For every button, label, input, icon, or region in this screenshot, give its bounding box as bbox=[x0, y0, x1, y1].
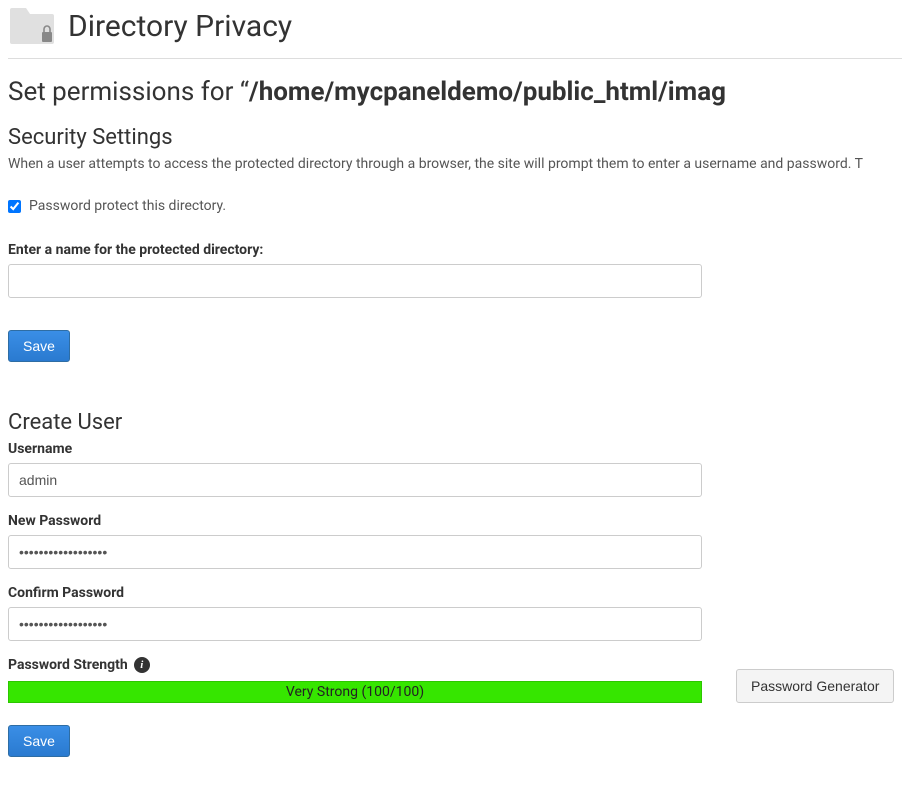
username-label: Username bbox=[8, 441, 902, 457]
page-title: Directory Privacy bbox=[68, 9, 292, 44]
info-icon[interactable]: i bbox=[134, 657, 150, 673]
username-input[interactable] bbox=[8, 463, 702, 497]
security-settings-heading: Security Settings bbox=[8, 125, 902, 150]
password-generator-button[interactable]: Password Generator bbox=[736, 669, 894, 703]
permissions-prefix: Set permissions for “ bbox=[8, 77, 249, 107]
save-user-button[interactable]: Save bbox=[8, 725, 70, 757]
page-header: Directory Privacy bbox=[8, 0, 902, 59]
password-strength-bar: Very Strong (100/100) bbox=[8, 681, 702, 703]
password-strength-label: Password Strength i bbox=[8, 657, 702, 673]
save-security-button[interactable]: Save bbox=[8, 330, 70, 362]
dirname-label: Enter a name for the protected directory… bbox=[8, 242, 902, 258]
password-strength-label-text: Password Strength bbox=[8, 657, 128, 673]
new-password-input[interactable] bbox=[8, 535, 702, 569]
password-protect-label: Password protect this directory. bbox=[29, 198, 226, 214]
security-settings-description: When a user attempts to access the prote… bbox=[8, 156, 902, 172]
confirm-password-label: Confirm Password bbox=[8, 585, 902, 601]
confirm-password-input[interactable] bbox=[8, 607, 702, 641]
new-password-label: New Password bbox=[8, 513, 902, 529]
create-user-heading: Create User bbox=[8, 410, 902, 435]
folder-lock-icon bbox=[8, 6, 56, 46]
dirname-input[interactable] bbox=[8, 264, 702, 298]
password-protect-checkbox[interactable] bbox=[8, 200, 21, 213]
permissions-path: /home/mycpaneldemo/public_html/imag bbox=[249, 77, 726, 107]
permissions-heading: Set permissions for “/home/mycpaneldemo/… bbox=[8, 77, 902, 107]
